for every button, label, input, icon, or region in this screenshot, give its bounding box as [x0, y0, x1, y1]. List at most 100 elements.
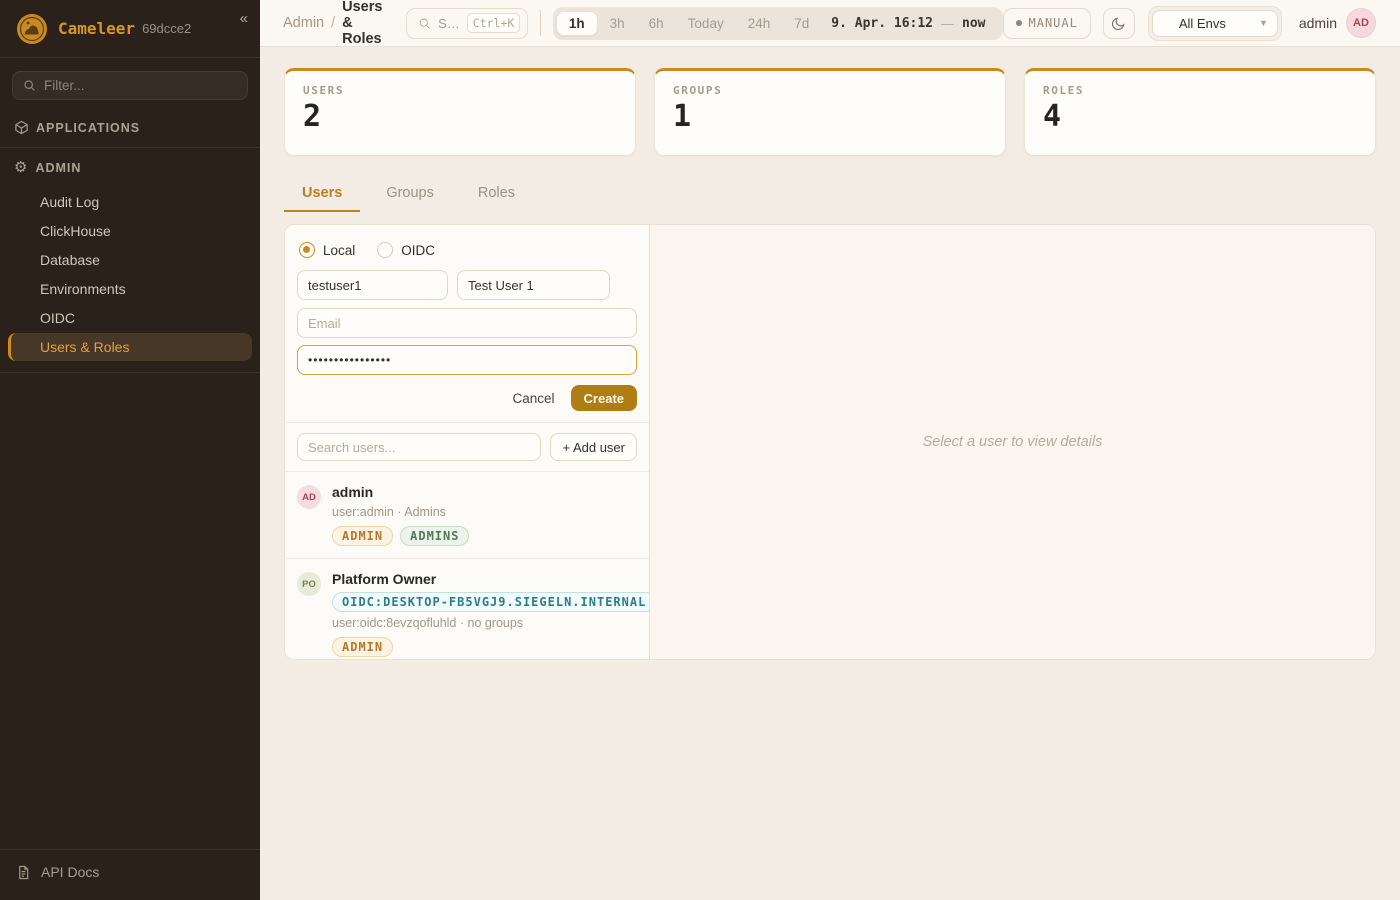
- time-range-7d[interactable]: 7d: [782, 12, 821, 35]
- refresh-mode-button[interactable]: MANUAL: [1003, 8, 1091, 39]
- admin-label: ADMIN: [35, 161, 81, 175]
- add-user-button[interactable]: + Add user: [550, 433, 637, 461]
- avatar: AD: [297, 485, 321, 509]
- sidebar-filter-input[interactable]: Filter...: [12, 71, 248, 100]
- form-actions: Cancel Create: [297, 385, 637, 411]
- radio-local[interactable]: Local: [299, 242, 355, 258]
- stats-row: USERS 2 GROUPS 1 ROLES 4: [284, 68, 1376, 156]
- auth-type-radios: Local OIDC: [299, 242, 637, 258]
- environment-select[interactable]: All Envs ▼: [1152, 10, 1278, 37]
- cancel-button[interactable]: Cancel: [513, 391, 555, 406]
- sidebar-item-users-roles[interactable]: Users & Roles: [8, 333, 252, 361]
- time-range-3h[interactable]: 3h: [598, 12, 637, 35]
- breadcrumb-separator: /: [331, 15, 335, 31]
- empty-state-text: Select a user to view details: [923, 434, 1103, 450]
- time-separator: —: [941, 16, 954, 31]
- stat-card-roles: ROLES 4: [1024, 68, 1376, 156]
- user-meta: user:admin · Admins: [332, 505, 469, 519]
- gear-icon: ⚙: [14, 160, 28, 175]
- user-row-platform-owner[interactable]: PO Platform Owner OIDC:DESKTOP-FB5VGJ9.S…: [285, 558, 649, 659]
- time-range-6h[interactable]: 6h: [637, 12, 676, 35]
- user-meta: user:oidc:8evzqofluhld · no groups: [332, 616, 649, 630]
- applications-label: APPLICATIONS: [36, 121, 140, 135]
- badge-row: ADMIN ADMINS: [332, 526, 469, 546]
- password-field[interactable]: [297, 345, 637, 375]
- api-docs-label: API Docs: [41, 864, 99, 880]
- document-icon: [16, 865, 31, 880]
- sidebar-item-clickhouse[interactable]: ClickHouse: [8, 217, 252, 245]
- avatar: PO: [297, 572, 321, 596]
- app-title: Cameleer: [58, 19, 135, 38]
- time-range-control: 1h 3h 6h Today 24h 7d 9. Apr. 16:12 — no…: [553, 7, 1003, 40]
- env-select-wrap: All Envs ▼: [1148, 6, 1282, 41]
- sidebar: Cameleer 69dcce2 « Filter... APPLICATION…: [0, 0, 260, 900]
- radio-selected-icon: [299, 242, 315, 258]
- create-button[interactable]: Create: [571, 385, 637, 411]
- cameleer-logo-icon: [16, 13, 48, 45]
- radio-local-label: Local: [323, 243, 355, 258]
- sidebar-section-applications[interactable]: APPLICATIONS: [0, 110, 260, 145]
- api-docs-link[interactable]: API Docs: [16, 864, 244, 880]
- user-row-admin[interactable]: AD admin user:admin · Admins ADMIN ADMIN…: [285, 471, 649, 558]
- time-range-1h[interactable]: 1h: [556, 11, 598, 36]
- topbar: Admin / Users & Roles S… Ctrl+K 1h 3h 6h…: [260, 0, 1400, 47]
- breadcrumb-parent[interactable]: Admin: [283, 15, 324, 31]
- breadcrumb-current: Users & Roles: [342, 0, 392, 47]
- stat-value: 2: [303, 100, 617, 133]
- topbar-right: MANUAL All Envs ▼ admin AD: [1003, 6, 1377, 41]
- sidebar-divider: [0, 147, 260, 148]
- stat-card-groups: GROUPS 1: [654, 68, 1006, 156]
- stat-label: GROUPS: [673, 84, 987, 97]
- users-panel-left: Local OIDC Cancel: [285, 225, 649, 659]
- time-from: 9. Apr. 16:12: [831, 16, 933, 31]
- time-range-24h[interactable]: 24h: [736, 12, 783, 35]
- topbar-divider: [540, 10, 541, 36]
- role-badge-admin: ADMIN: [332, 526, 393, 546]
- time-to: now: [962, 16, 985, 31]
- filter-placeholder: Filter...: [44, 78, 85, 93]
- current-user-label: admin: [1299, 15, 1337, 31]
- badge-row: ADMIN: [332, 637, 649, 657]
- sidebar-item-environments[interactable]: Environments: [8, 275, 252, 303]
- user-avatar[interactable]: AD: [1346, 8, 1376, 38]
- username-field[interactable]: [297, 270, 448, 300]
- sidebar-item-audit-log[interactable]: Audit Log: [8, 188, 252, 216]
- sidebar-divider: [0, 372, 260, 373]
- cube-icon: [14, 120, 29, 135]
- users-panel: Local OIDC Cancel: [284, 224, 1376, 660]
- radio-oidc[interactable]: OIDC: [377, 242, 435, 258]
- sidebar-logo-row: Cameleer 69dcce2 «: [0, 0, 260, 58]
- stat-card-users: USERS 2: [284, 68, 636, 156]
- dark-mode-toggle[interactable]: [1103, 8, 1135, 39]
- page-content: USERS 2 GROUPS 1 ROLES 4 Users Groups Ro…: [260, 47, 1400, 660]
- search-shortcut-kbd: Ctrl+K: [467, 13, 521, 33]
- sidebar-collapse-icon[interactable]: «: [240, 10, 248, 27]
- sidebar-section-admin[interactable]: ⚙ ADMIN: [0, 150, 260, 185]
- user-search-row: + Add user: [285, 423, 649, 471]
- time-range-display[interactable]: 9. Apr. 16:12 — now: [821, 16, 999, 31]
- chevron-down-icon: ▼: [1259, 18, 1268, 28]
- tab-users[interactable]: Users: [284, 177, 360, 212]
- app-version: 69dcce2: [142, 21, 191, 36]
- search-icon: [23, 79, 36, 92]
- email-field[interactable]: [297, 308, 637, 338]
- stat-label: USERS: [303, 84, 617, 97]
- moon-icon: [1111, 16, 1126, 31]
- role-badge-admin: ADMIN: [332, 637, 393, 657]
- sidebar-item-oidc[interactable]: OIDC: [8, 304, 252, 332]
- tab-groups[interactable]: Groups: [368, 177, 452, 212]
- stat-label: ROLES: [1043, 84, 1357, 97]
- search-users-input[interactable]: [297, 433, 541, 461]
- group-badge-admins: ADMINS: [400, 526, 469, 546]
- global-search-button[interactable]: S… Ctrl+K: [406, 8, 528, 39]
- tabs: Users Groups Roles: [284, 177, 1376, 212]
- tab-roles[interactable]: Roles: [460, 177, 533, 212]
- user-list: AD admin user:admin · Admins ADMIN ADMIN…: [285, 471, 649, 659]
- user-name: admin: [332, 484, 469, 501]
- time-range-today[interactable]: Today: [676, 12, 736, 35]
- status-dot-icon: [1016, 20, 1022, 26]
- radio-oidc-label: OIDC: [401, 243, 435, 258]
- display-name-field[interactable]: [457, 270, 610, 300]
- search-label: S…: [438, 16, 460, 31]
- sidebar-item-database[interactable]: Database: [8, 246, 252, 274]
